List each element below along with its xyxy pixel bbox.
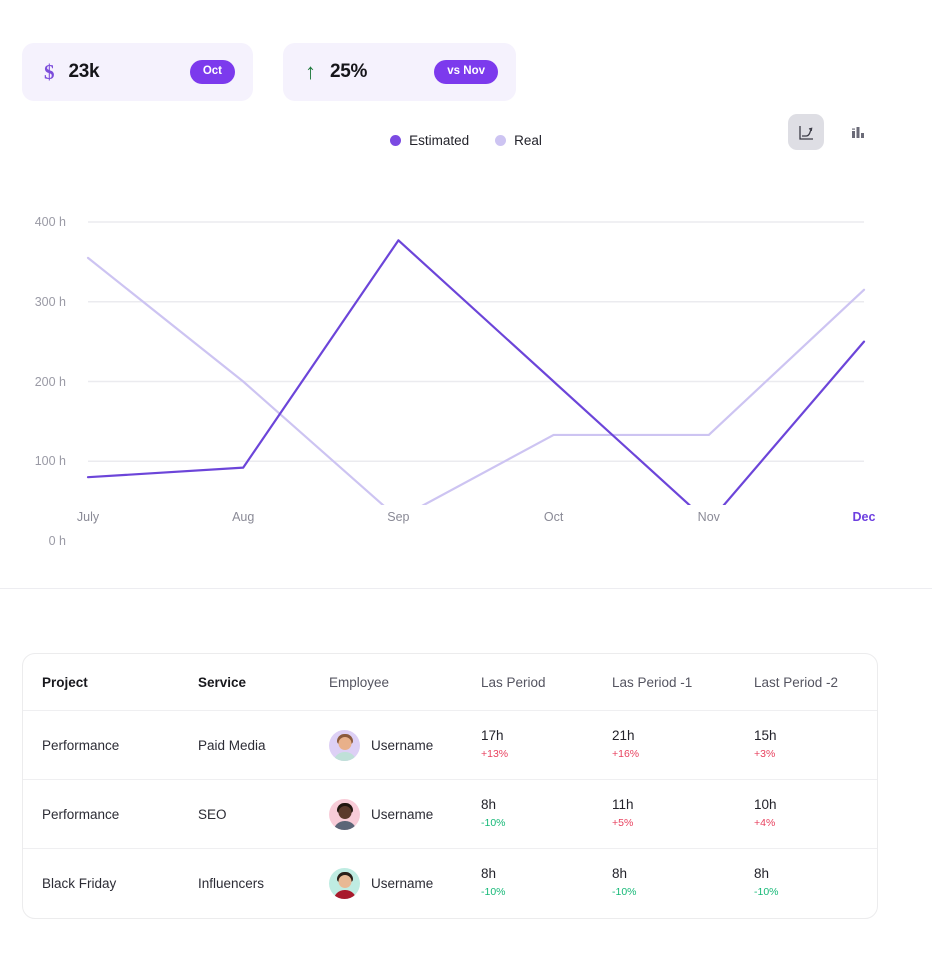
legend-label: Estimated — [409, 133, 470, 148]
legend-item-real[interactable]: Real — [495, 133, 542, 148]
metric-delta: -10% — [481, 886, 506, 899]
metric-delta: +4% — [754, 816, 776, 829]
x-axis-tick-label[interactable]: Sep — [387, 510, 409, 524]
kpi-card-content: $ 23k — [44, 59, 100, 84]
metric-value: 15h — [754, 727, 777, 743]
cell-last-period-1: 21h +16% — [612, 728, 754, 763]
legend-label: Real — [514, 133, 542, 148]
x-axis-tick-label[interactable]: Dec — [853, 510, 876, 524]
x-axis-tick-label[interactable]: Aug — [232, 510, 254, 524]
column-header-employee[interactable]: Employee — [329, 675, 481, 690]
dollar-icon: $ — [44, 59, 55, 84]
cell-service: Paid Media — [198, 737, 266, 753]
avatar-face — [338, 736, 351, 750]
chart-x-axis: July Aug Sep Oct Nov Dec — [0, 510, 932, 534]
cell-employee: Username — [329, 798, 481, 830]
cell-service: SEO — [198, 806, 227, 822]
kpi-card-content: ↑ 25% — [305, 61, 367, 83]
cell-project: Performance — [42, 806, 120, 822]
avatar-body — [333, 820, 356, 830]
y-axis-tick-label: 0 h — [48, 534, 66, 548]
kpi-value: 25% — [330, 61, 368, 82]
chart-canvas[interactable] — [0, 155, 932, 505]
avatar-body — [333, 890, 356, 899]
column-header-last-period-2[interactable]: Last Period -2 — [754, 675, 874, 690]
table-row[interactable]: Performance Paid Media Username 17h +13% 21h +… — [23, 711, 877, 780]
table-row[interactable]: Black Friday Influencers Username 8h -10% 8h -… — [23, 849, 877, 918]
metric-delta: +5% — [612, 816, 634, 829]
cell-service: Influencers — [198, 876, 265, 891]
cell-last-period-1: 11h +5% — [612, 797, 754, 832]
metric-value: 17h — [481, 727, 504, 743]
metric-delta: +13% — [481, 747, 509, 760]
cell-last-period-2: 15h +3% — [754, 728, 874, 763]
dashboard-page: $ 23k Oct ↑ 25% vs Nov Estimated Real 0 … — [0, 0, 932, 980]
metric-delta: +16% — [612, 747, 640, 760]
employee-name: Username — [371, 876, 434, 891]
kpi-card-revenue[interactable]: $ 23k Oct — [22, 43, 253, 101]
metric-delta: -10% — [612, 886, 637, 899]
metric-value: 21h — [612, 727, 635, 743]
kpi-badge[interactable]: Oct — [189, 60, 235, 84]
table-row[interactable]: Performance SEO Username 8h -10% 11h +5% 10h +4% — [23, 780, 877, 849]
cell-last-period-2: 10h +4% — [754, 797, 874, 832]
chart-legend: Estimated Real — [0, 133, 932, 148]
cell-last-period: 8h -10% — [481, 866, 612, 901]
metric-delta: +3% — [754, 747, 776, 760]
chart-series-estimated — [86, 239, 866, 505]
metric-value: 10h — [754, 796, 777, 812]
x-axis-tick-label[interactable]: Oct — [544, 510, 563, 524]
legend-item-estimated[interactable]: Estimated — [390, 133, 469, 148]
metric-value: 8h — [754, 866, 770, 882]
metric-value: 8h — [612, 866, 628, 882]
metric-delta: -10% — [481, 816, 506, 829]
column-header-service[interactable]: Service — [198, 675, 329, 690]
cell-project: Performance — [42, 737, 120, 753]
employee-name: Username — [371, 737, 434, 753]
cell-project: Black Friday — [42, 876, 117, 891]
column-header-last-period[interactable]: Las Period — [481, 675, 612, 690]
avatar-face — [338, 875, 351, 888]
kpi-card-growth[interactable]: ↑ 25% vs Nov — [283, 43, 516, 101]
cell-employee: Username — [329, 868, 481, 899]
cell-last-period-2: 8h -10% — [754, 866, 874, 901]
metric-delta: -10% — [754, 886, 779, 899]
chart-plot-area: 0 h 100 h 200 h 300 h 400 h July Aug Sep Oct Nov… — [0, 155, 932, 575]
avatar-face — [338, 805, 351, 819]
cell-last-period: 17h +13% — [481, 728, 612, 763]
x-axis-tick-label[interactable]: Nov — [698, 510, 720, 524]
avatar[interactable] — [329, 868, 360, 899]
table-header-row: Project Service Employee Las Period Las … — [23, 654, 877, 711]
avatar[interactable] — [329, 798, 360, 830]
table-body: Performance Paid Media Username 17h +13% 21h +… — [23, 711, 877, 918]
kpi-value: 23k — [68, 61, 100, 82]
column-header-project[interactable]: Project — [23, 675, 198, 690]
chart-panel: Estimated Real 0 h 100 h 200 h 300 h 400 h J… — [0, 110, 932, 590]
projects-table: Project Service Employee Las Period Las … — [22, 653, 878, 919]
kpi-badge[interactable]: vs Nov — [434, 60, 498, 84]
metric-value: 8h — [481, 866, 497, 882]
cell-last-period-1: 8h -10% — [612, 866, 754, 901]
arrow-up-icon: ↑ — [305, 59, 316, 84]
avatar[interactable] — [329, 729, 360, 761]
legend-dot-icon — [390, 135, 402, 146]
section-divider — [0, 588, 932, 589]
legend-dot-icon — [495, 135, 507, 146]
avatar-body — [333, 751, 356, 761]
employee-name: Username — [371, 806, 434, 822]
x-axis-tick-label[interactable]: July — [77, 510, 99, 524]
cell-last-period: 8h -10% — [481, 797, 612, 832]
metric-value: 8h — [481, 796, 497, 812]
kpi-row: $ 23k Oct ↑ 25% vs Nov — [22, 43, 516, 101]
column-header-last-period-1[interactable]: Las Period -1 — [612, 675, 754, 690]
metric-value: 11h — [612, 796, 634, 812]
cell-employee: Username — [329, 729, 481, 761]
